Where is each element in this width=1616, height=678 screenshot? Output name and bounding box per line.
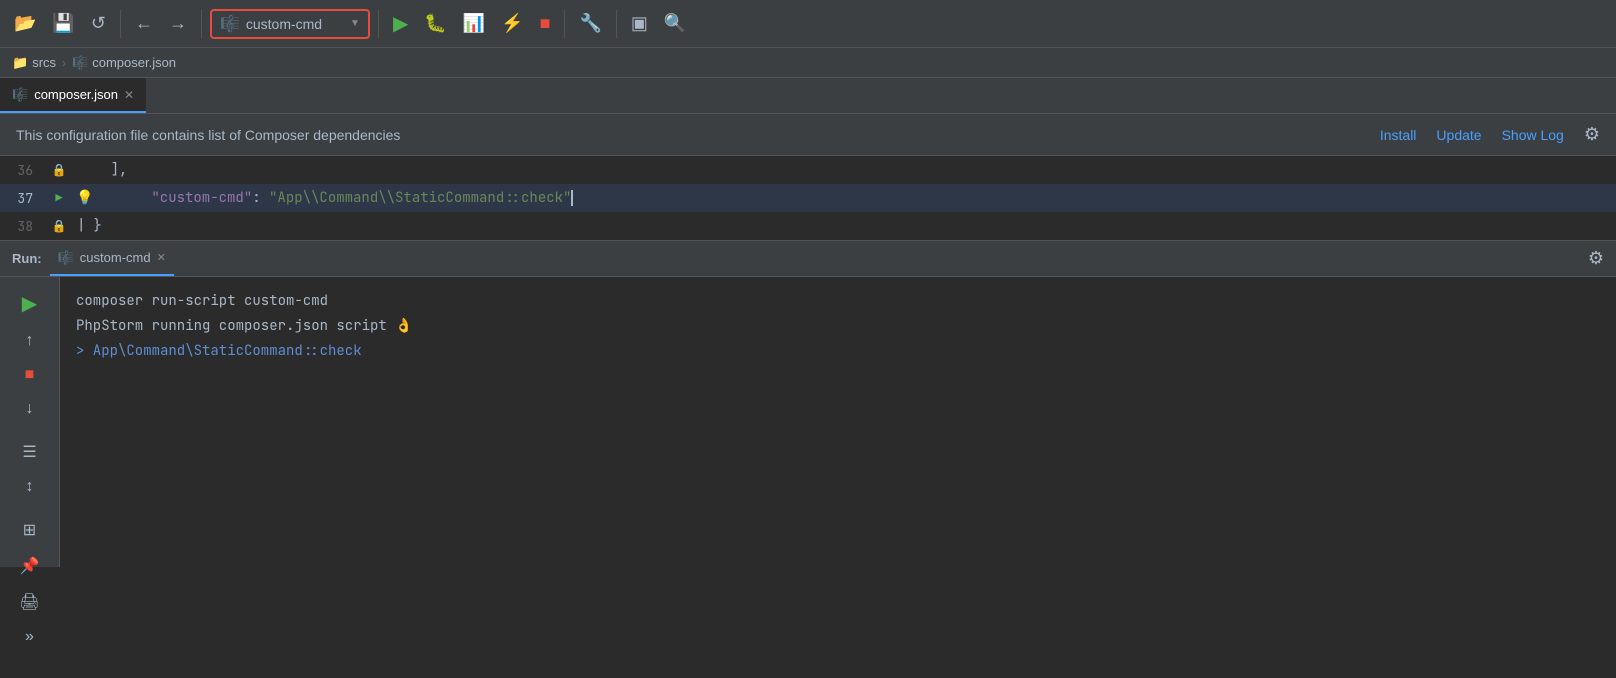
run-print-button[interactable]: 🖨 — [13, 586, 45, 618]
run-stop-button[interactable]: ■ — [19, 360, 41, 390]
lock-icon-36: 🔒 — [52, 162, 67, 178]
run-config-name: custom-cmd — [246, 16, 344, 32]
run-panel: Run: 🎼 custom-cmd ✕ ⚙ ▶ ↑ ■ ↓ ☰ ↕ ⊞ 📌 🖨 … — [0, 240, 1616, 567]
toolbar-separator-5 — [616, 10, 617, 38]
run-content: composer run-script custom-cmd PhpStorm … — [60, 277, 1616, 567]
run-sort-button[interactable]: ↕ — [20, 472, 40, 502]
coverage-button[interactable]: 📊 — [457, 9, 491, 38]
code-colon: : — [252, 189, 269, 207]
toolbar-separator-2 — [201, 10, 202, 38]
tab-label: composer.json — [34, 87, 118, 102]
line-number-37: 37 — [0, 190, 45, 207]
run-label: Run: — [12, 251, 42, 266]
open-folder-button[interactable]: 📂 — [8, 9, 42, 38]
run-header: Run: 🎼 custom-cmd ✕ ⚙ — [0, 241, 1616, 277]
run-pin-button[interactable]: 📌 — [14, 550, 46, 582]
run-play-button[interactable]: ▶ — [16, 285, 43, 322]
breadcrumb-srcs-label: srcs — [32, 55, 56, 70]
line-gutter-38: 🔒 — [45, 218, 73, 234]
run-sidebar: ▶ ↑ ■ ↓ ☰ ↕ ⊞ 📌 🖨 » — [0, 277, 60, 567]
search-button[interactable]: 🔍 — [658, 9, 692, 38]
run-scroll-down-button[interactable]: ↓ — [20, 394, 40, 424]
breadcrumb-item-srcs[interactable]: 📁 srcs — [12, 55, 56, 71]
install-link[interactable]: Install — [1380, 127, 1417, 143]
breadcrumb: 📁 srcs › 🎼 composer.json — [0, 48, 1616, 78]
code-value-string: "App\\Command\\StaticCommand::check" — [269, 189, 571, 207]
code-line-37: 37 ▶ 💡 "custom-cmd": "App\\Command\\Stat… — [0, 184, 1616, 212]
info-text: This configuration file contains list of… — [16, 127, 400, 143]
main-toolbar: 📂 💾 ↺ ← → 🎼 custom-cmd ▼ ▶ 🐛 📊 ⚡ ■ 🔧 ▣ 🔍 — [0, 0, 1616, 48]
settings-button[interactable]: 🔧 — [573, 9, 607, 38]
show-log-link[interactable]: Show Log — [1502, 127, 1564, 143]
run-tab-close-button[interactable]: ✕ — [157, 251, 166, 264]
run-gutter-icon[interactable]: ▶ — [55, 190, 62, 206]
code-line-38: 38 🔒 | } — [0, 212, 1616, 240]
line-content-38[interactable]: } — [89, 217, 1616, 235]
run-layers-button[interactable]: ⊞ — [17, 514, 42, 546]
stop-button[interactable]: ■ — [534, 9, 557, 38]
run-tab-icon: 🎼 — [58, 250, 74, 266]
toolbar-separator-1 — [120, 10, 121, 38]
dropdown-arrow-icon: ▼ — [350, 18, 360, 29]
cursor — [571, 190, 573, 206]
run-button[interactable]: ▶ — [387, 7, 414, 40]
debug-button[interactable]: 🐛 — [418, 9, 452, 38]
editor-tabs: 🎼 composer.json ✕ — [0, 78, 1616, 114]
back-button[interactable]: ← — [129, 9, 159, 38]
line-gutter-37: ▶ — [45, 190, 73, 206]
bulb-gutter-37: 💡 — [73, 189, 97, 207]
editor-area: 36 🔒 ], 37 ▶ 💡 "custom-cmd": "App\\Comma… — [0, 156, 1616, 240]
info-actions: Install Update Show Log ⚙ — [1380, 124, 1600, 145]
info-bar: This configuration file contains list of… — [0, 114, 1616, 156]
tab-close-button[interactable]: ✕ — [124, 88, 134, 102]
bulb-icon[interactable]: 💡 — [76, 189, 93, 207]
breadcrumb-item-file[interactable]: 🎼 composer.json — [72, 55, 176, 71]
file-icon: 🎼 — [72, 55, 88, 71]
toolbar-separator-4 — [564, 10, 565, 38]
profile-button[interactable]: ⚡ — [495, 9, 529, 38]
run-tab-name: custom-cmd — [80, 250, 151, 265]
update-link[interactable]: Update — [1436, 127, 1481, 143]
forward-button[interactable]: → — [163, 9, 193, 38]
terminal-button[interactable]: ▣ — [625, 9, 654, 38]
refresh-button[interactable]: ↺ — [85, 9, 112, 38]
run-scroll-up-button[interactable]: ↑ — [20, 326, 40, 356]
line-number-38: 38 — [0, 218, 45, 235]
editor-tab-composer[interactable]: 🎼 composer.json ✕ — [0, 78, 146, 113]
run-tab-custom-cmd[interactable]: 🎼 custom-cmd ✕ — [50, 241, 174, 276]
cursor-38: | — [77, 217, 85, 235]
run-gear-icon[interactable]: ⚙ — [1588, 248, 1604, 269]
lock-icon-38: 🔒 — [52, 218, 67, 234]
line-gutter-36: 🔒 — [45, 162, 73, 178]
line-number-36: 36 — [0, 162, 45, 179]
run-more-button[interactable]: » — [19, 622, 40, 652]
run-line-2: PhpStorm running composer.json script 👌 — [76, 314, 1600, 339]
tab-icon: 🎼 — [12, 87, 28, 103]
run-line-3: > App\Command\StaticCommand::check — [76, 339, 1600, 364]
run-filter-button[interactable]: ☰ — [16, 436, 42, 468]
run-config-icon: 🎼 — [220, 14, 240, 34]
save-button[interactable]: 💾 — [46, 9, 80, 38]
breadcrumb-file-label: composer.json — [92, 55, 176, 70]
code-key-custom-cmd: "custom-cmd" — [151, 189, 252, 207]
folder-icon: 📁 — [12, 55, 28, 71]
run-body: ▶ ↑ ■ ↓ ☰ ↕ ⊞ 📌 🖨 » composer run-script … — [0, 277, 1616, 567]
info-gear-icon[interactable]: ⚙ — [1584, 124, 1600, 145]
breadcrumb-separator: › — [62, 56, 66, 70]
run-line-1: composer run-script custom-cmd — [76, 289, 1600, 314]
toolbar-separator-3 — [378, 10, 379, 38]
run-config-dropdown[interactable]: 🎼 custom-cmd ▼ — [210, 9, 370, 39]
